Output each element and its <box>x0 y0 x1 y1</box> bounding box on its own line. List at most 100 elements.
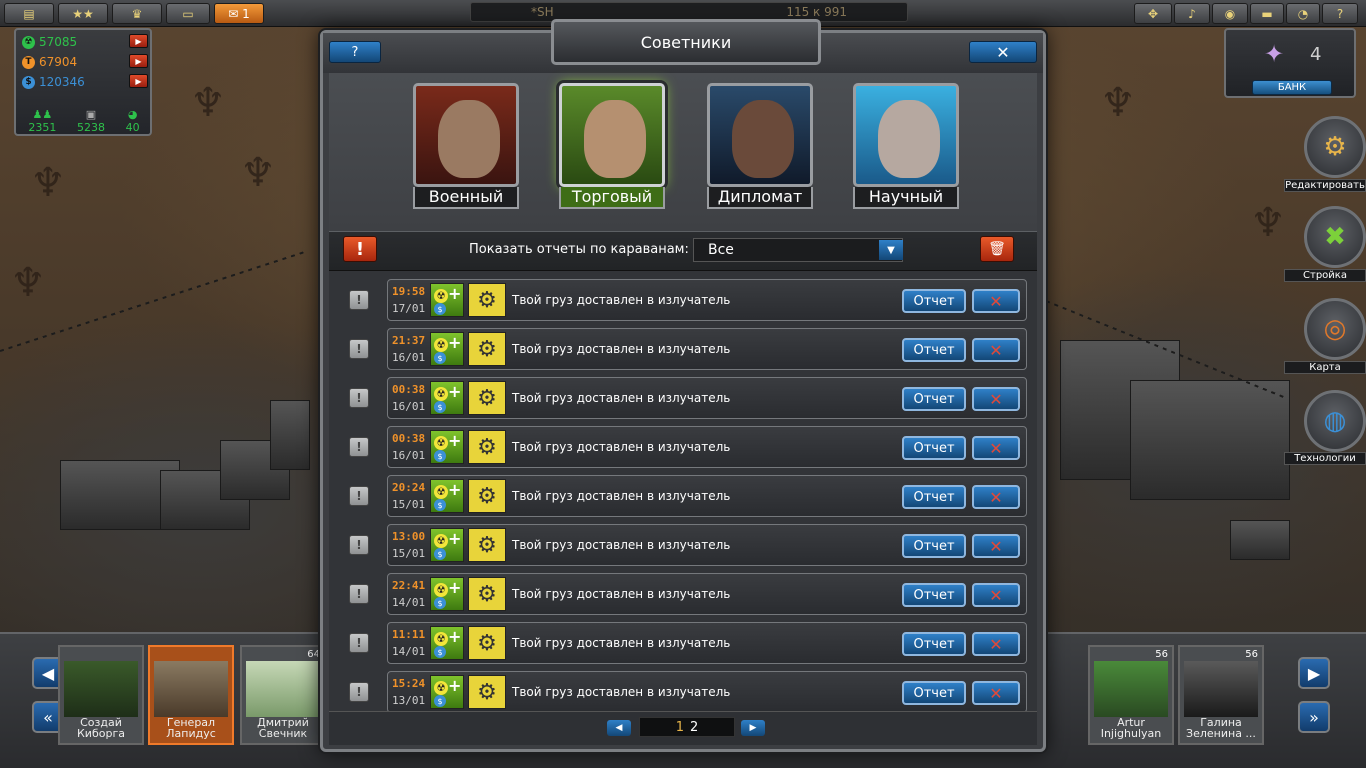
fullscreen-icon[interactable]: ✥ <box>1134 3 1172 24</box>
delete-report-button[interactable]: ✕ <box>972 387 1020 411</box>
map-label[interactable]: Карта <box>1284 361 1366 374</box>
next-page-button[interactable]: ▶ <box>741 720 765 736</box>
mail-icon: ✉ <box>228 6 239 21</box>
chevron-down-icon[interactable]: ▼ <box>879 240 903 260</box>
mark-read-checkbox[interactable]: ! <box>349 388 369 408</box>
add-resource-button[interactable]: ▶ <box>129 74 148 88</box>
unit-counters: ♟♟ 2351 ▣ 5238 ◕ 40 <box>18 102 150 134</box>
caravan-filter-select[interactable]: Все <box>693 238 903 262</box>
friend-name: Создай Киборга <box>77 716 125 740</box>
close-button[interactable]: ✕ <box>969 41 1037 63</box>
nuclear-icon: ☢ <box>434 534 448 548</box>
report-button[interactable]: Отчет <box>902 632 966 656</box>
delete-report-button[interactable]: ✕ <box>972 534 1020 558</box>
plus-icon: + <box>448 284 462 303</box>
tab-trade-advisor[interactable]: Торговый <box>559 83 665 209</box>
tab-military-advisor[interactable]: Военный <box>413 83 519 209</box>
delete-report-button[interactable]: ✕ <box>972 681 1020 705</box>
map-icon[interactable]: ◎ <box>1304 298 1366 360</box>
report-button[interactable]: Отчет <box>902 534 966 558</box>
signal-icon[interactable]: ◔ <box>1286 3 1320 24</box>
report-date: 13/01 <box>392 694 426 707</box>
prev-page-button[interactable]: ◀ <box>607 720 631 736</box>
flag-icon[interactable]: ▬ <box>1250 3 1284 24</box>
dead-tree-icon: ♆ <box>30 160 66 206</box>
build-label[interactable]: Стройка <box>1284 269 1366 282</box>
crate-icon: ▣ <box>85 108 97 121</box>
mail-button[interactable]: ✉ 1 <box>214 3 264 24</box>
delete-report-button[interactable]: ✕ <box>972 583 1020 607</box>
scroll-far-right-button[interactable]: » <box>1298 701 1330 733</box>
wrench-icon[interactable]: ✖ <box>1304 206 1366 268</box>
ticket-icon[interactable]: ▭ <box>166 3 210 24</box>
plus-icon: + <box>448 480 462 499</box>
eye-icon[interactable]: ◉ <box>1212 3 1248 24</box>
dead-tree-icon: ♆ <box>1100 80 1136 126</box>
edit-label[interactable]: Редактировать <box>1284 179 1366 192</box>
friend-card[interactable]: 56 Artur Injighulyan <box>1088 645 1174 745</box>
mark-read-checkbox[interactable]: ! <box>349 486 369 506</box>
delete-report-button[interactable]: ✕ <box>972 485 1020 509</box>
mark-read-checkbox[interactable]: ! <box>349 535 369 555</box>
create-cyborg-card[interactable]: Создай Киборга <box>58 645 144 745</box>
report-button[interactable]: Отчет <box>902 436 966 460</box>
mark-read-checkbox[interactable]: ! <box>349 682 369 702</box>
friend-level: 56 <box>1155 649 1168 660</box>
mark-read-checkbox[interactable]: ! <box>349 584 369 604</box>
report-button[interactable]: Отчет <box>902 289 966 313</box>
building[interactable] <box>270 400 310 470</box>
report-button[interactable]: Отчет <box>902 485 966 509</box>
report-time: 13:00 <box>392 530 426 543</box>
current-page[interactable]: 1 <box>676 720 684 735</box>
table-row: ! 19:58 17/01 ☢ $ + ⚙ Твой груз доставле… <box>329 277 1037 322</box>
alert-icon[interactable]: ! <box>343 236 377 262</box>
advisor-face <box>732 100 794 178</box>
page-link[interactable]: 2 <box>690 720 698 735</box>
report-date: 15/01 <box>392 547 426 560</box>
report-message: Твой груз доставлен в излучатель <box>512 440 731 454</box>
report-button[interactable]: Отчет <box>902 387 966 411</box>
mark-read-checkbox[interactable]: ! <box>349 437 369 457</box>
trophy-icon[interactable]: ♛ <box>112 3 162 24</box>
close-icon: ✕ <box>989 340 1003 360</box>
help-button[interactable]: ? <box>329 41 381 63</box>
sound-icon[interactable]: ♪ <box>1174 3 1210 24</box>
resource-value: 120346 <box>39 75 85 89</box>
gear-icon[interactable]: ⚙ <box>1304 116 1366 178</box>
bank-button[interactable]: БАНК <box>1252 80 1332 95</box>
help-icon[interactable]: ? <box>1322 3 1358 24</box>
delete-report-button[interactable]: ✕ <box>972 436 1020 460</box>
report-time: 22:41 <box>392 579 426 592</box>
resources-icon: ☢ $ + <box>430 626 464 660</box>
report-button[interactable]: Отчет <box>902 583 966 607</box>
friend-card[interactable]: Генерал Лапидус <box>148 645 234 745</box>
nuclear-icon: ☢ <box>434 338 448 352</box>
mark-read-checkbox[interactable]: ! <box>349 290 369 310</box>
film-icon[interactable]: ▤ <box>4 3 54 24</box>
friend-card[interactable]: 56 Галина Зеленина ... <box>1178 645 1264 745</box>
trash-icon[interactable]: 🗑 <box>980 236 1014 262</box>
stars-icon[interactable]: ★★ <box>58 3 108 24</box>
report-button[interactable]: Отчет <box>902 681 966 705</box>
friend-card[interactable]: 64 Дмитрий Свечник <box>240 645 326 745</box>
report-button[interactable]: Отчет <box>902 338 966 362</box>
add-resource-button[interactable]: ▶ <box>129 34 148 48</box>
energy-icon: ◕ <box>127 108 138 121</box>
table-row: ! 00:38 16/01 ☢ $ + ⚙ Твой груз доставле… <box>329 375 1037 420</box>
delete-report-button[interactable]: ✕ <box>972 289 1020 313</box>
add-resource-button[interactable]: ▶ <box>129 54 148 68</box>
tab-diplomat-advisor[interactable]: Дипломат <box>707 83 813 209</box>
tech-label[interactable]: Технологии <box>1284 452 1366 465</box>
tab-science-advisor[interactable]: Научный <box>853 83 959 209</box>
report-date: 17/01 <box>392 302 426 315</box>
delete-report-button[interactable]: ✕ <box>972 632 1020 656</box>
building[interactable] <box>1230 520 1290 560</box>
mark-read-checkbox[interactable]: ! <box>349 339 369 359</box>
scroll-right-button[interactable]: ▶ <box>1298 657 1330 689</box>
globe-icon[interactable]: ◍ <box>1304 390 1366 452</box>
delete-report-button[interactable]: ✕ <box>972 338 1020 362</box>
building[interactable] <box>1130 380 1290 500</box>
mark-read-checkbox[interactable]: ! <box>349 633 369 653</box>
close-icon: ✕ <box>989 536 1003 556</box>
emitter-building-icon: ⚙ <box>468 381 506 415</box>
